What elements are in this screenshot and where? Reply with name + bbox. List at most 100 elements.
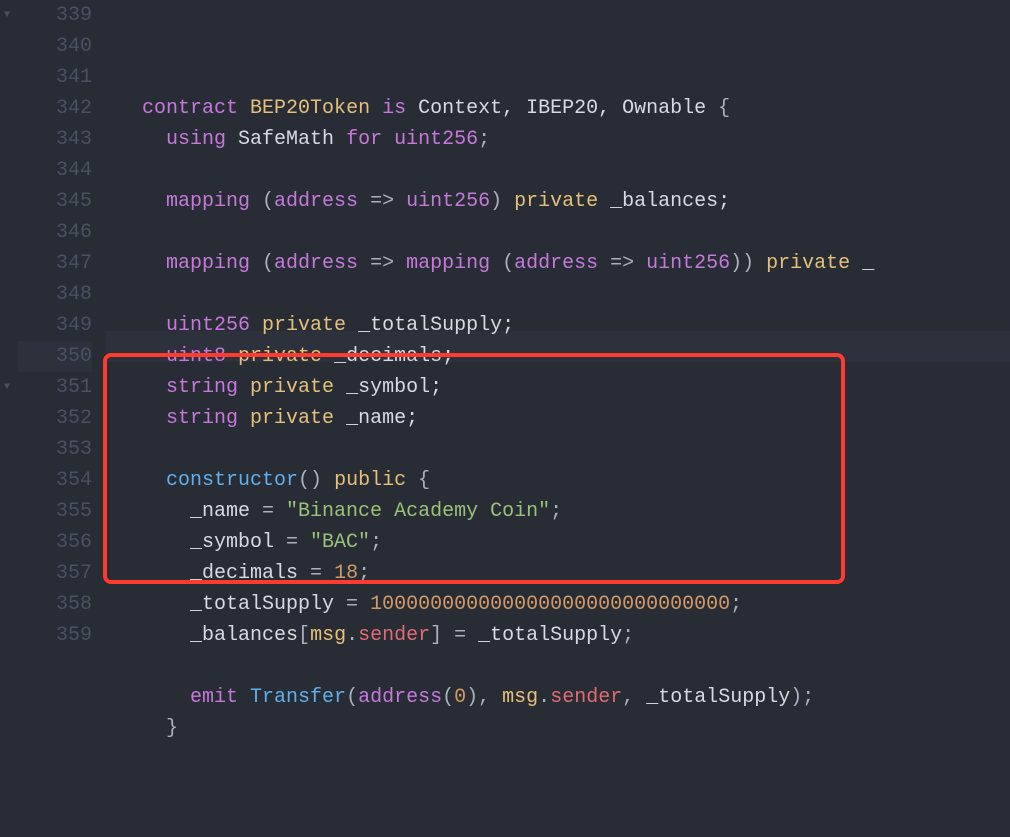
line-number[interactable]: 347 bbox=[18, 248, 92, 279]
token bbox=[238, 376, 250, 399]
token: string bbox=[166, 407, 238, 430]
token bbox=[238, 407, 250, 430]
fold-marker-icon[interactable]: ▼ bbox=[0, 372, 14, 403]
token: private bbox=[514, 190, 598, 213]
line-number[interactable]: 358 bbox=[18, 589, 92, 620]
token: uint256 bbox=[646, 252, 730, 275]
line-number[interactable]: 355 bbox=[18, 496, 92, 527]
token: private bbox=[766, 252, 850, 275]
line-number[interactable]: 359 bbox=[18, 620, 92, 651]
token: address bbox=[274, 190, 358, 213]
line-number[interactable]: 342 bbox=[18, 93, 92, 124]
code-line[interactable]: string private _name; bbox=[118, 403, 1010, 434]
line-number[interactable]: 349 bbox=[18, 310, 92, 341]
code-line[interactable]: } bbox=[118, 713, 1010, 744]
code-line[interactable]: using SafeMath for uint256; bbox=[118, 124, 1010, 155]
token: , bbox=[622, 686, 646, 709]
token: 18 bbox=[334, 562, 358, 585]
token: sender bbox=[550, 686, 622, 709]
token: uint256 bbox=[166, 314, 250, 337]
code-line[interactable]: mapping (address => uint256) private _ba… bbox=[118, 186, 1010, 217]
token: ; bbox=[358, 562, 370, 585]
token: 0 bbox=[454, 686, 466, 709]
token: using bbox=[166, 128, 226, 151]
line-number[interactable]: 343 bbox=[18, 124, 92, 155]
code-line[interactable]: _name = "Binance Academy Coin"; bbox=[118, 496, 1010, 527]
line-number[interactable]: 354 bbox=[18, 465, 92, 496]
token bbox=[334, 128, 346, 151]
token: _decimals bbox=[190, 562, 298, 585]
code-line[interactable]: _decimals = 18; bbox=[118, 558, 1010, 589]
line-number[interactable]: 341 bbox=[18, 62, 92, 93]
token: = bbox=[298, 562, 334, 585]
line-number[interactable]: 348 bbox=[18, 279, 92, 310]
token: _decimals; bbox=[322, 345, 454, 368]
line-number[interactable]: ▼339 bbox=[18, 0, 92, 31]
blank-line bbox=[118, 651, 1010, 682]
token: ] bbox=[430, 624, 442, 647]
token: } bbox=[166, 717, 178, 740]
token: _totalSupply bbox=[478, 624, 622, 647]
code-line[interactable]: emit Transfer(address(0), msg.sender, _t… bbox=[118, 682, 1010, 713]
token: 100000000000000000000000000000 bbox=[370, 593, 730, 616]
line-number[interactable]: ▼351 bbox=[18, 372, 92, 403]
token: _totalSupply; bbox=[346, 314, 514, 337]
token: ( bbox=[250, 190, 274, 213]
code-line[interactable]: contract BEP20Token is Context, IBEP20, … bbox=[118, 93, 1010, 124]
token: ( bbox=[442, 686, 454, 709]
token: ; bbox=[370, 531, 382, 554]
token bbox=[226, 345, 238, 368]
token: _ bbox=[850, 252, 874, 275]
code-line[interactable]: uint256 private _totalSupply; bbox=[118, 310, 1010, 341]
token bbox=[370, 97, 382, 120]
token: => bbox=[358, 190, 406, 213]
code-line[interactable]: _balances[msg.sender] = _totalSupply; bbox=[118, 620, 1010, 651]
code-line[interactable]: uint8 private _decimals; bbox=[118, 341, 1010, 372]
code-content[interactable]: contract BEP20Token is Context, IBEP20, … bbox=[118, 93, 1010, 744]
token bbox=[226, 128, 238, 151]
token: => bbox=[358, 252, 406, 275]
line-number-gutter[interactable]: ▼339340341342343344345346347348349350▼35… bbox=[0, 0, 106, 678]
token: ); bbox=[790, 686, 814, 709]
token: _totalSupply bbox=[646, 686, 790, 709]
token: contract bbox=[142, 97, 238, 120]
code-area[interactable]: contract BEP20Token is Context, IBEP20, … bbox=[106, 0, 1010, 678]
token: msg bbox=[310, 624, 346, 647]
blank-line bbox=[118, 155, 1010, 186]
token: public bbox=[334, 469, 406, 492]
line-number[interactable]: 357 bbox=[18, 558, 92, 589]
token: _balances bbox=[190, 624, 298, 647]
token: Transfer bbox=[250, 686, 346, 709]
line-number[interactable]: 350 bbox=[18, 341, 92, 372]
token: private bbox=[238, 345, 322, 368]
token: address bbox=[274, 252, 358, 275]
code-line[interactable]: constructor() public { bbox=[118, 465, 1010, 496]
line-number[interactable]: 340 bbox=[18, 31, 92, 62]
token: . bbox=[538, 686, 550, 709]
token: constructor bbox=[166, 469, 298, 492]
token: private bbox=[250, 407, 334, 430]
code-line[interactable]: mapping (address => mapping (address => … bbox=[118, 248, 1010, 279]
code-line[interactable]: string private _symbol; bbox=[118, 372, 1010, 403]
token: uint256 bbox=[406, 190, 490, 213]
line-number[interactable]: 352 bbox=[18, 403, 92, 434]
line-number[interactable]: 353 bbox=[18, 434, 92, 465]
token: BEP20Token bbox=[250, 97, 370, 120]
token: , bbox=[478, 686, 502, 709]
token: for bbox=[346, 128, 382, 151]
token: _balances; bbox=[598, 190, 730, 213]
line-number[interactable]: 356 bbox=[18, 527, 92, 558]
token: msg bbox=[502, 686, 538, 709]
line-number[interactable]: 346 bbox=[18, 217, 92, 248]
token: string bbox=[166, 376, 238, 399]
code-line[interactable]: _totalSupply = 1000000000000000000000000… bbox=[118, 589, 1010, 620]
token: = bbox=[274, 531, 310, 554]
line-number[interactable]: 344 bbox=[18, 155, 92, 186]
token: address bbox=[514, 252, 598, 275]
token: = bbox=[250, 500, 286, 523]
token bbox=[238, 686, 250, 709]
fold-marker-icon[interactable]: ▼ bbox=[0, 0, 14, 31]
line-number[interactable]: 345 bbox=[18, 186, 92, 217]
code-line[interactable]: _symbol = "BAC"; bbox=[118, 527, 1010, 558]
token: ; bbox=[550, 500, 562, 523]
